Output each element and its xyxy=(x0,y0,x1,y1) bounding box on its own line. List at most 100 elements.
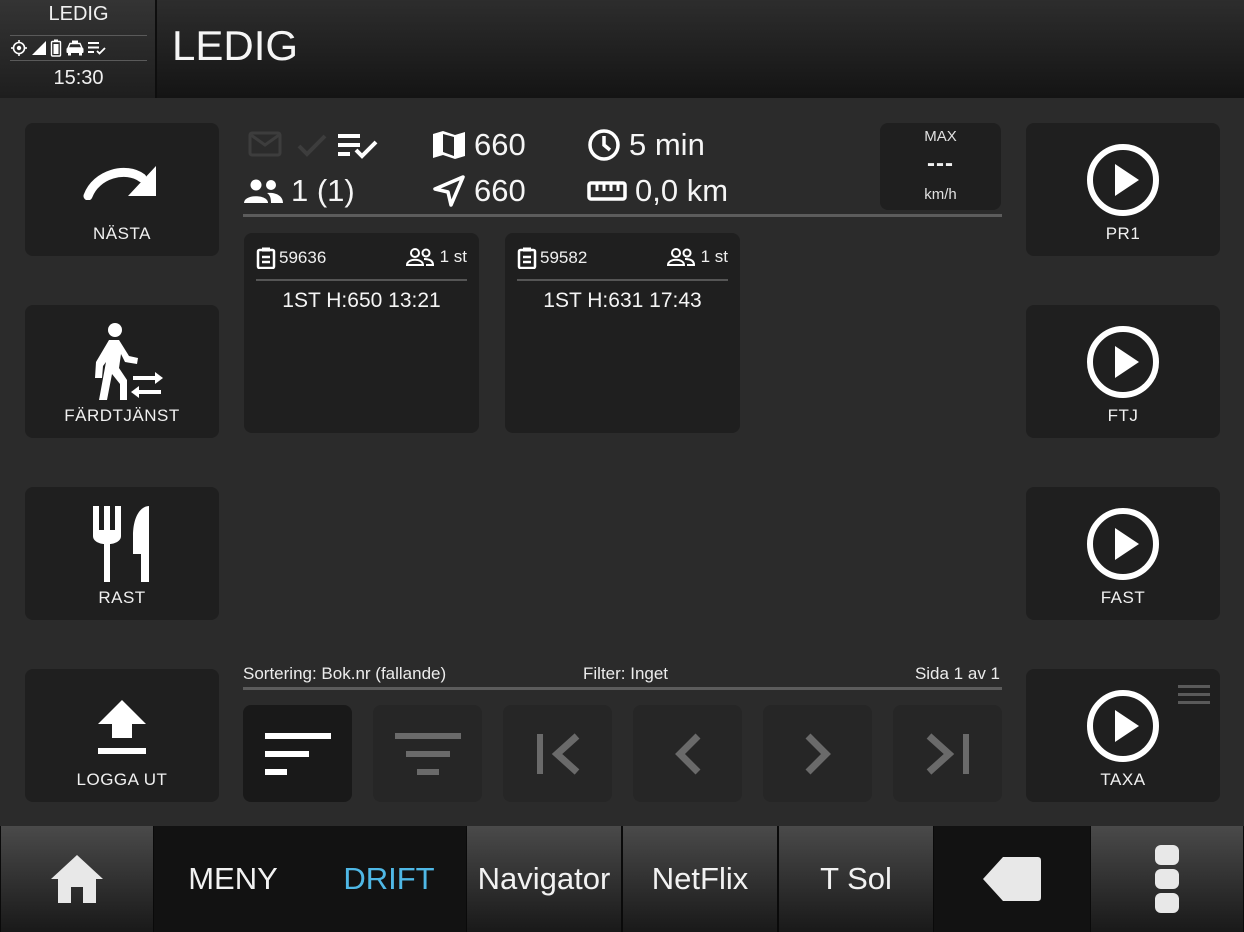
gps-icon xyxy=(11,40,27,56)
more-vertical-icon xyxy=(1155,845,1179,913)
passengers-info: 1 (1) xyxy=(243,173,355,209)
ftj-button[interactable]: FTJ xyxy=(1026,305,1220,438)
nav-meny[interactable]: MENY xyxy=(154,826,312,932)
nav-drift[interactable]: DRIFT xyxy=(312,826,466,932)
battery-icon xyxy=(50,39,62,57)
info-divider xyxy=(243,214,1002,217)
nav-netflix[interactable]: NetFlix xyxy=(622,826,778,932)
taxi-icon xyxy=(66,40,84,56)
navigation-arrow-icon xyxy=(433,175,465,207)
zone-value: 660 xyxy=(474,127,526,162)
first-page-icon xyxy=(536,732,579,775)
play-circle-icon xyxy=(1087,508,1159,580)
sort-button[interactable] xyxy=(243,705,352,802)
speed-max-label: MAX xyxy=(924,128,957,145)
speed-value: --- xyxy=(927,150,954,177)
nav-tsol[interactable]: T Sol xyxy=(778,826,934,932)
position-info: 660 xyxy=(432,173,526,209)
more-button[interactable] xyxy=(1090,826,1244,932)
logout-button[interactable]: LOGGA UT xyxy=(25,669,219,802)
rast-button[interactable]: RAST xyxy=(25,487,219,620)
logout-button-label: LOGGA UT xyxy=(76,770,168,789)
back-button[interactable] xyxy=(934,826,1090,932)
booking-number: 59636 xyxy=(256,247,326,269)
last-page-icon xyxy=(926,732,969,775)
next-button[interactable]: NÄSTA xyxy=(25,123,219,256)
play-circle-icon xyxy=(1087,144,1159,216)
clipboard-icon xyxy=(517,247,537,269)
fast-button-label: FAST xyxy=(1100,588,1146,607)
group-outline-icon xyxy=(666,248,695,266)
back-arrow-icon xyxy=(983,857,1041,901)
booking-count-text: 1 st xyxy=(700,247,728,266)
booking-count-text: 1 st xyxy=(439,247,467,266)
taxa-button[interactable]: TAXA xyxy=(1026,669,1220,802)
sorting-label: Sortering: Bok.nr (fallande) xyxy=(243,664,447,683)
next-page-icon xyxy=(805,733,831,774)
upload-icon xyxy=(98,700,146,754)
booking-text: 1ST H:650 13:21 xyxy=(282,289,441,312)
ruler-icon xyxy=(587,181,627,201)
time-info: 5 min xyxy=(587,127,705,163)
group-icon xyxy=(244,179,283,203)
booking-card-header: 59636 1 st xyxy=(256,247,467,281)
zone-info: 660 xyxy=(432,127,526,163)
home-button[interactable] xyxy=(0,826,154,932)
top-bar: LEDIG 15:30 LEDIG xyxy=(0,0,1244,98)
nav-navigator[interactable]: Navigator xyxy=(466,826,622,932)
sort-filter-bar: Sortering: Bok.nr (fallande) Filter: Ing… xyxy=(243,664,1002,690)
status-icons xyxy=(10,35,147,61)
redo-arrow-icon xyxy=(83,166,156,200)
distance-info: 0,0 km xyxy=(587,173,728,209)
play-circle-icon xyxy=(1087,690,1159,762)
booking-number: 59582 xyxy=(517,247,587,269)
menu-lines-icon xyxy=(1178,685,1210,704)
ftj-button-label: FTJ xyxy=(1107,406,1139,425)
booking-card[interactable]: 59582 1 st 1ST H:631 17:43 xyxy=(505,233,740,433)
filter-button[interactable] xyxy=(373,705,482,802)
pr1-button-label: PR1 xyxy=(1105,224,1141,243)
booking-card-header: 59582 1 st xyxy=(517,247,728,281)
position-value: 660 xyxy=(474,173,526,208)
fork-knife-icon xyxy=(93,506,149,582)
previous-page-icon xyxy=(674,733,700,774)
page-title: LEDIG xyxy=(172,22,299,69)
mail-icon xyxy=(248,131,282,157)
checklist-icon xyxy=(338,134,378,159)
booking-text: 1ST H:631 17:43 xyxy=(543,289,702,312)
taxa-button-label: TAXA xyxy=(1100,770,1146,789)
clipboard-icon xyxy=(256,247,276,269)
map-icon xyxy=(433,131,465,159)
sort-icon xyxy=(264,732,331,775)
status-title: LEDIG xyxy=(48,3,109,25)
first-page-button[interactable] xyxy=(503,705,612,802)
booking-number-text: 59582 xyxy=(540,248,588,267)
rast-button-label: RAST xyxy=(98,588,146,607)
page-label: Sida 1 av 1 xyxy=(914,664,1000,683)
fardtjanst-button-label: FÄRDTJÄNST xyxy=(64,406,180,425)
booking-number-text: 59636 xyxy=(279,248,327,267)
passengers-value: 1 (1) xyxy=(291,173,355,208)
booking-count: 1 st xyxy=(666,247,728,267)
clock-icon xyxy=(588,129,620,161)
booking-card[interactable]: 59636 1 st 1ST H:650 13:21 xyxy=(244,233,479,433)
speed-box: MAX --- km/h xyxy=(880,123,1001,210)
walking-person-exchange-icon xyxy=(95,323,163,400)
filter-icon xyxy=(394,732,461,775)
checklist-icon xyxy=(88,42,106,55)
next-page-button[interactable] xyxy=(763,705,872,802)
previous-page-button[interactable] xyxy=(633,705,742,802)
booking-count: 1 st xyxy=(405,247,467,267)
time-value: 5 min xyxy=(629,127,705,162)
signal-icon xyxy=(32,41,46,55)
fast-button[interactable]: FAST xyxy=(1026,487,1220,620)
speed-unit: km/h xyxy=(924,186,957,203)
fardtjanst-button[interactable]: FÄRDTJÄNST xyxy=(25,305,219,438)
last-page-button[interactable] xyxy=(893,705,1002,802)
filter-label: Filter: Inget xyxy=(583,664,669,683)
group-outline-icon xyxy=(405,248,434,266)
distance-value: 0,0 km xyxy=(635,173,729,208)
home-icon xyxy=(51,855,103,903)
bottom-nav: MENY DRIFT Navigator NetFlix T Sol xyxy=(0,826,1244,932)
pr1-button[interactable]: PR1 xyxy=(1026,123,1220,256)
